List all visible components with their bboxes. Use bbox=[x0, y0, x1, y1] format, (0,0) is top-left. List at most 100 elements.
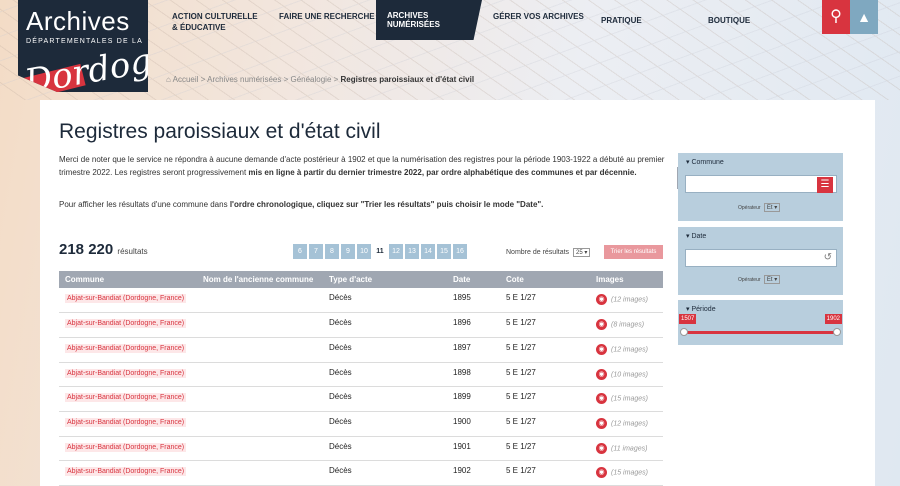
date-input[interactable]: ↺ bbox=[685, 249, 837, 267]
cell-date: 1899 bbox=[447, 386, 500, 412]
nav-action-culturelle[interactable]: ACTION CULTURELLE & ÉDUCATIVE bbox=[172, 11, 262, 33]
breadcrumb-genealogie[interactable]: Généalogie bbox=[290, 75, 331, 84]
images-count[interactable]: (8 images) bbox=[611, 322, 644, 329]
nav-pratique[interactable]: PRATIQUE bbox=[601, 15, 642, 26]
nav-archives-numerisees[interactable]: ARCHIVES NUMÉRISÉES bbox=[376, 0, 482, 40]
images-count[interactable]: (12 images) bbox=[611, 421, 648, 428]
nav-gerer-archives[interactable]: GÉRER VOS ARCHIVES bbox=[493, 11, 584, 22]
period-filter: ▾ Période 1507 1902 bbox=[678, 300, 843, 345]
eye-icon[interactable]: ◉ bbox=[596, 467, 607, 479]
cell-cote: 5 E 1/27 bbox=[500, 436, 590, 462]
page-14[interactable]: 14 bbox=[421, 244, 435, 259]
page-8[interactable]: 8 bbox=[325, 244, 339, 259]
sort-results-button[interactable]: Trier les résultats bbox=[604, 245, 663, 259]
cell-type: Décès bbox=[323, 312, 447, 338]
images-count[interactable]: (15 images) bbox=[611, 470, 648, 477]
commune-operator-value: Et bbox=[766, 205, 773, 211]
breadcrumb-home[interactable]: Accueil bbox=[173, 75, 199, 84]
eye-icon[interactable]: ◉ bbox=[596, 294, 607, 305]
results-count: 218 220 résultats bbox=[59, 241, 148, 258]
cell-type: Décès bbox=[323, 288, 447, 314]
cell-date: 1900 bbox=[447, 411, 500, 437]
scroll-top-button[interactable]: ▲ bbox=[850, 0, 878, 34]
cell-date: 1901 bbox=[447, 436, 500, 462]
eye-icon[interactable]: ◉ bbox=[596, 393, 607, 405]
cell-cote: 5 E 1/27 bbox=[500, 411, 590, 437]
cell-cote: 5 E 1/27 bbox=[500, 312, 590, 338]
home-icon[interactable]: ⌂ bbox=[166, 75, 171, 84]
commune-link[interactable]: Abjat-sur-Bandiat (Dordogne, France) bbox=[65, 319, 187, 329]
breadcrumb-archives[interactable]: Archives numérisées bbox=[207, 75, 281, 84]
eye-icon[interactable]: ◉ bbox=[596, 442, 607, 454]
cell-cote: 5 E 1/27 bbox=[500, 288, 590, 314]
commune-filter-title[interactable]: ▾ Commune bbox=[678, 153, 843, 166]
eye-icon[interactable]: ◉ bbox=[596, 319, 607, 331]
column-header-0[interactable]: Commune bbox=[59, 271, 197, 288]
cell-images: ◉ (12 images) bbox=[590, 337, 663, 363]
cell-images: ◉ (10 images) bbox=[590, 362, 663, 388]
page-12[interactable]: 12 bbox=[389, 244, 403, 259]
column-header-4[interactable]: Cote bbox=[500, 271, 590, 288]
page-11[interactable]: 11 bbox=[373, 244, 387, 259]
column-header-1[interactable]: Nom de l'ancienne commune bbox=[197, 271, 323, 288]
per-page: Nombre de résultats 25 ▾ bbox=[506, 248, 591, 257]
nav-boutique[interactable]: BOUTIQUE bbox=[708, 15, 750, 26]
images-count[interactable]: (11 images) bbox=[611, 445, 647, 452]
commune-input[interactable]: ☰ bbox=[685, 175, 837, 193]
period-max-handle[interactable] bbox=[833, 328, 841, 336]
commune-link[interactable]: Abjat-sur-Bandiat (Dordogne, France) bbox=[65, 442, 187, 452]
site-logo[interactable]: Archives DÉPARTEMENTALES DE LA Dordogne bbox=[18, 0, 148, 92]
period-min-handle[interactable] bbox=[680, 328, 688, 336]
commune-link[interactable]: Abjat-sur-Bandiat (Dordogne, France) bbox=[65, 417, 187, 427]
commune-link[interactable]: Abjat-sur-Bandiat (Dordogne, France) bbox=[65, 294, 187, 303]
period-slider[interactable]: 1507 1902 bbox=[679, 314, 842, 336]
commune-link[interactable]: Abjat-sur-Bandiat (Dordogne, France) bbox=[65, 467, 187, 477]
page-7[interactable]: 7 bbox=[309, 244, 323, 259]
period-max-tag: 1902 bbox=[824, 314, 842, 324]
per-page-select[interactable]: 25 ▾ bbox=[572, 248, 591, 257]
eye-icon[interactable]: ◉ bbox=[596, 417, 607, 429]
page-13[interactable]: 13 bbox=[405, 244, 419, 259]
page-16[interactable]: 16 bbox=[453, 244, 467, 259]
cell-date: 1895 bbox=[447, 288, 500, 314]
page-9[interactable]: 9 bbox=[341, 244, 355, 259]
per-page-value: 25 bbox=[575, 250, 583, 256]
page-15[interactable]: 15 bbox=[437, 244, 451, 259]
eye-icon[interactable]: ◉ bbox=[596, 343, 607, 355]
nav-faire-recherche[interactable]: FAIRE UNE RECHERCHE bbox=[279, 11, 375, 22]
table-row: Abjat-sur-Bandiat (Dordogne, France) Décè… bbox=[59, 411, 663, 437]
period-filter-title[interactable]: ▾ Période bbox=[678, 300, 843, 313]
page-6[interactable]: 6 bbox=[293, 244, 307, 259]
images-count[interactable]: (15 images) bbox=[611, 396, 648, 403]
search-button[interactable]: ⚲ bbox=[822, 0, 850, 34]
cell-images: ◉ (12 images) bbox=[590, 411, 663, 437]
commune-operator: Opérateur Et ▾ bbox=[738, 203, 781, 212]
cell-images: ◉ (12 images) bbox=[590, 288, 663, 314]
pagination: 6 7 8 9 10 11 12 13 14 15 16 bbox=[293, 244, 467, 259]
cell-commune: Abjat-sur-Bandiat (Dordogne, France) bbox=[59, 411, 197, 437]
cell-commune: Abjat-sur-Bandiat (Dordogne, France) bbox=[59, 337, 197, 363]
commune-link[interactable]: Abjat-sur-Bandiat (Dordogne, France) bbox=[65, 368, 187, 378]
reset-icon[interactable]: ↺ bbox=[824, 252, 832, 263]
commune-link[interactable]: Abjat-sur-Bandiat (Dordogne, France) bbox=[65, 393, 187, 403]
images-count[interactable]: (12 images) bbox=[611, 346, 648, 353]
images-count[interactable]: (12 images) bbox=[611, 297, 648, 304]
date-filter-title[interactable]: ▾ Date bbox=[678, 227, 843, 240]
cell-type: Décès bbox=[323, 337, 447, 363]
table-row: Abjat-sur-Bandiat (Dordogne, France) Décè… bbox=[59, 460, 663, 486]
cell-cote: 5 E 1/27 bbox=[500, 460, 590, 486]
results-count-number: 218 220 bbox=[59, 241, 114, 258]
column-header-2[interactable]: Type d'acte bbox=[323, 271, 447, 288]
eye-icon[interactable]: ◉ bbox=[596, 368, 607, 380]
date-operator-select[interactable]: Et ▾ bbox=[763, 275, 781, 284]
commune-link[interactable]: Abjat-sur-Bandiat (Dordogne, France) bbox=[65, 343, 187, 353]
nav-archives-numerisees-label: ARCHIVES NUMÉRISÉES bbox=[387, 11, 440, 29]
list-icon[interactable]: ☰ bbox=[817, 177, 833, 193]
page-10[interactable]: 10 bbox=[357, 244, 371, 259]
images-count[interactable]: (10 images) bbox=[611, 371, 648, 378]
column-header-5[interactable]: Images bbox=[590, 271, 663, 288]
column-header-3[interactable]: Date bbox=[447, 271, 500, 288]
cell-date: 1896 bbox=[447, 312, 500, 338]
sort-hint: Pour afficher les résultats d'une commun… bbox=[59, 200, 665, 209]
commune-operator-select[interactable]: Et ▾ bbox=[763, 203, 781, 212]
